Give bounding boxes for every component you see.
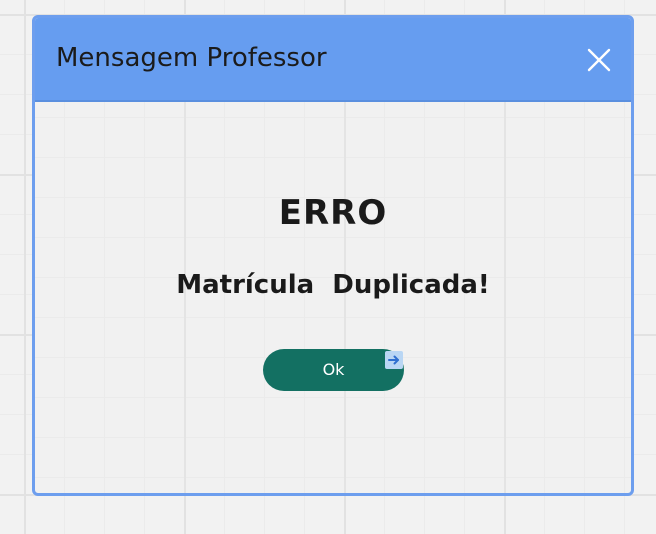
close-button[interactable] <box>585 46 613 74</box>
dialog-title: Mensagem Professor <box>56 43 327 73</box>
link-badge[interactable] <box>385 351 403 369</box>
message-dialog: Mensagem Professor ERRO Matrícula Duplic… <box>32 15 634 496</box>
close-icon <box>587 48 611 72</box>
error-message: Matrícula Duplicada! <box>176 270 490 300</box>
ok-button-label: Ok <box>322 360 345 379</box>
error-heading: ERRO <box>278 193 388 233</box>
arrow-right-icon <box>388 355 399 365</box>
dialog-header: Mensagem Professor <box>35 18 631 102</box>
ok-button[interactable]: Ok <box>263 349 404 391</box>
